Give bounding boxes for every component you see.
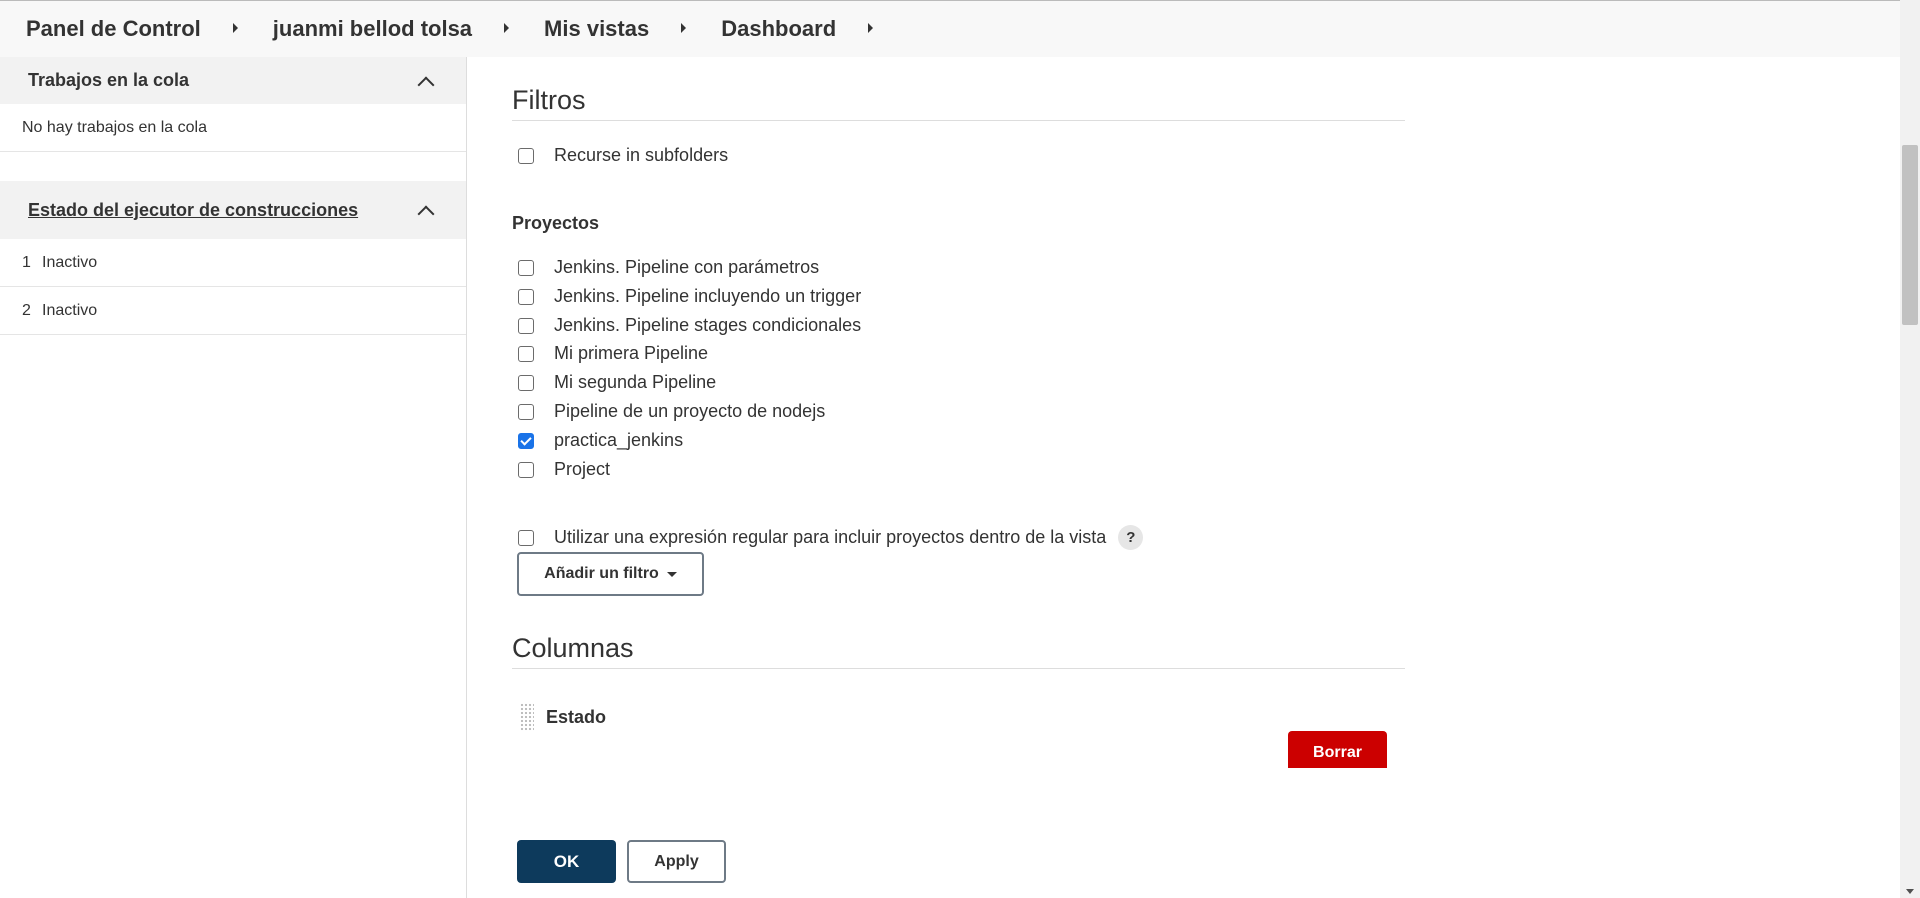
breadcrumb-item-user[interactable]: juanmi bellod tolsa bbox=[273, 16, 472, 42]
breadcrumb-item-mis-vistas[interactable]: Mis vistas bbox=[544, 16, 649, 42]
project-checkbox[interactable] bbox=[518, 374, 534, 391]
chevron-up-icon[interactable] bbox=[418, 203, 432, 217]
project-checkbox[interactable] bbox=[518, 259, 534, 276]
breadcrumb-item-dashboard[interactable]: Dashboard bbox=[721, 16, 836, 42]
project-option[interactable]: Jenkins. Pipeline stages condicionales bbox=[518, 315, 861, 336]
project-option[interactable]: Mi segunda Pipeline bbox=[518, 372, 716, 393]
regex-option[interactable]: Utilizar una expresión regular para incl… bbox=[518, 525, 1144, 550]
queue-empty-text: No hay trabajos en la cola bbox=[22, 118, 207, 136]
apply-button[interactable]: Apply bbox=[627, 840, 726, 883]
executor-status: Inactivo bbox=[42, 253, 98, 271]
filters-section-title: Filtros bbox=[512, 85, 1405, 121]
project-label: Mi segunda Pipeline bbox=[554, 372, 717, 392]
executor-row: 2 Inactivo bbox=[0, 287, 466, 335]
regex-checkbox[interactable] bbox=[518, 529, 534, 546]
drag-handle-icon[interactable] bbox=[520, 703, 534, 731]
projects-label: Proyectos bbox=[512, 213, 600, 233]
project-label: Project bbox=[554, 459, 611, 479]
add-filter-label: Añadir un filtro bbox=[544, 565, 659, 582]
recurse-subfolders-option[interactable]: Recurse in subfolders bbox=[518, 145, 728, 166]
chevron-right-icon[interactable] bbox=[868, 23, 874, 33]
project-option[interactable]: Mi primera Pipeline bbox=[518, 343, 708, 364]
project-checkbox[interactable] bbox=[518, 317, 534, 334]
add-filter-button[interactable]: Añadir un filtro bbox=[517, 552, 704, 596]
queue-pane-title: Trabajos en la cola bbox=[28, 70, 190, 90]
project-label: practica_jenkins bbox=[554, 430, 684, 450]
project-option[interactable]: practica_jenkins bbox=[518, 430, 683, 451]
columns-section-title: Columnas bbox=[512, 633, 1405, 669]
caret-down-icon bbox=[666, 571, 677, 577]
ok-button[interactable]: OK bbox=[517, 840, 616, 883]
project-checkbox-checked[interactable] bbox=[518, 432, 534, 449]
chevron-right-icon[interactable] bbox=[681, 23, 687, 33]
sidebar: Trabajos en la cola No hay trabajos en l… bbox=[0, 57, 467, 898]
chevron-right-icon[interactable] bbox=[232, 23, 238, 33]
column-item: Estado bbox=[520, 703, 606, 731]
project-option[interactable]: Jenkins. Pipeline con parámetros bbox=[518, 257, 819, 278]
chevron-right-icon[interactable] bbox=[504, 23, 510, 33]
project-label: Jenkins. Pipeline con parámetros bbox=[554, 257, 820, 277]
project-checkbox[interactable] bbox=[518, 403, 534, 420]
recurse-subfolders-checkbox[interactable] bbox=[518, 147, 534, 164]
scroll-down-arrow-icon[interactable] bbox=[1906, 889, 1914, 894]
executor-status: Inactivo bbox=[42, 301, 98, 319]
breadcrumb-item-panel-de-control[interactable]: Panel de Control bbox=[26, 16, 201, 42]
breadcrumb: Panel de Control juanmi bellod tolsa Mis… bbox=[0, 0, 1900, 57]
project-option[interactable]: Project bbox=[518, 459, 610, 480]
project-label: Jenkins. Pipeline incluyendo un trigger bbox=[554, 286, 862, 306]
project-option[interactable]: Jenkins. Pipeline incluyendo un trigger bbox=[518, 286, 861, 307]
project-checkbox[interactable] bbox=[518, 288, 534, 305]
recurse-subfolders-label: Recurse in subfolders bbox=[554, 145, 729, 165]
executor-number: 2 bbox=[22, 301, 31, 319]
vertical-scrollbar[interactable] bbox=[1900, 0, 1920, 898]
queue-pane-header: Trabajos en la cola bbox=[0, 57, 466, 104]
column-name: Estado bbox=[546, 706, 607, 727]
project-label: Mi primera Pipeline bbox=[554, 343, 709, 363]
chevron-up-icon[interactable] bbox=[418, 74, 432, 88]
executors-pane-title[interactable]: Estado del ejecutor de construcciones bbox=[28, 200, 358, 221]
project-label: Pipeline de un proyecto de nodejs bbox=[554, 401, 826, 421]
executor-row: 1 Inactivo bbox=[0, 239, 466, 287]
regex-label: Utilizar una expresión regular para incl… bbox=[554, 527, 1107, 547]
scrollbar-thumb[interactable] bbox=[1902, 145, 1918, 325]
executor-number: 1 bbox=[22, 253, 31, 271]
executors-pane-header: Estado del ejecutor de construcciones bbox=[0, 181, 466, 239]
project-checkbox[interactable] bbox=[518, 345, 534, 362]
project-label: Jenkins. Pipeline stages condicionales bbox=[554, 315, 862, 335]
help-icon[interactable]: ? bbox=[1118, 525, 1144, 550]
project-option[interactable]: Pipeline de un proyecto de nodejs bbox=[518, 401, 825, 422]
queue-empty-row: No hay trabajos en la cola bbox=[0, 104, 466, 152]
project-checkbox[interactable] bbox=[518, 461, 534, 478]
